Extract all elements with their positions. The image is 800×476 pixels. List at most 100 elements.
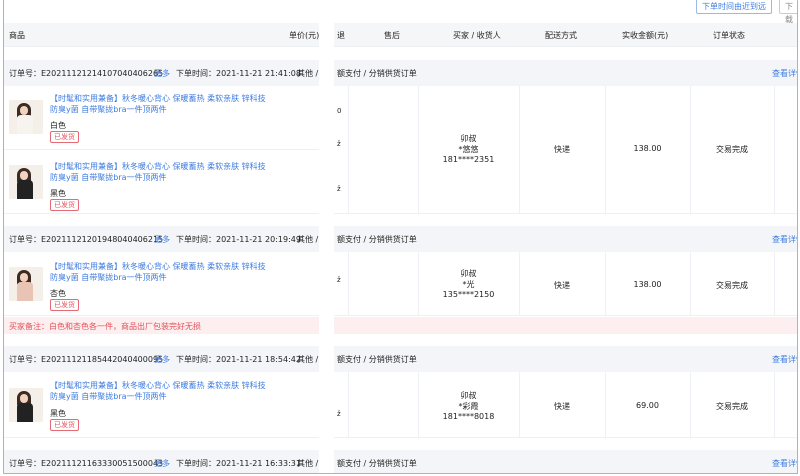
order-header: 订单号：E20211121185442040400095 更多 下单时间：202…	[4, 346, 319, 372]
right-panel: 下单时间由近到远 下载 退 售后 买家 / 收货人 配送方式 实收金额(元) 订…	[334, 0, 797, 473]
receiver-phone: 135****2150	[442, 290, 495, 299]
payment-type: 额支付 / 分销供货订单	[337, 459, 417, 468]
partial-column-glyph: ž	[337, 140, 341, 148]
status-badge: 已发货	[50, 299, 79, 311]
order-summary: 卯叔 *光 135****2150 快递 138.00 交易完成	[334, 252, 797, 316]
order-amount: 138.00	[633, 144, 662, 153]
sort-button[interactable]: 下单时间由近到远	[696, 0, 772, 14]
order-header-right: 额支付 / 分销供货订单 查看详情	[334, 60, 797, 86]
product-thumbnail[interactable]	[9, 100, 43, 134]
order-status: 交易完成	[716, 145, 748, 154]
order-number: 订单号：E20211121185442040400095	[9, 355, 164, 364]
order-time: 下单时间：2021-11-21 21:41:08	[176, 69, 301, 78]
panel-gap	[319, 0, 334, 473]
list-item: 【时髦和实用兼备】秋冬暖心背心 保暖蓄热 柔软亲肤 锌科技 防臭y菌 自带聚拢b…	[4, 150, 319, 214]
order-items: 【时髦和实用兼备】秋冬暖心背心 保暖蓄热 柔软亲肤 锌科技 防臭y菌 自带聚拢b…	[4, 252, 319, 316]
header-after-sale: 售后	[384, 31, 400, 40]
buyer-note-right	[334, 317, 797, 334]
table-header-right: 退 售后 买家 / 收货人 配送方式 实收金额(元) 订单状态	[334, 23, 797, 47]
order-items: 【时髦和实用兼备】秋冬暖心背心 保暖蓄热 柔软亲肤 锌科技 防臭y菌 自带聚拢b…	[4, 86, 319, 214]
header-product: 商品	[9, 31, 25, 40]
product-thumbnail[interactable]	[9, 165, 43, 199]
product-sku: 杏色	[50, 289, 66, 298]
delivery-method: 快递	[554, 145, 570, 154]
order-source: 其他 / 店	[297, 459, 319, 468]
delivery-method: 快递	[554, 402, 570, 411]
product-sku: 白色	[50, 121, 66, 130]
order-summary: 卯叔 *悠悠 181****2351 快递 138.00 交易完成	[334, 86, 797, 214]
delivery-method: 快递	[554, 281, 570, 290]
status-badge: 已发货	[50, 199, 79, 211]
list-item: 【时髦和实用兼备】秋冬暖心背心 保暖蓄热 柔软亲肤 锌科技 防臭y菌 自带聚拢b…	[4, 372, 319, 438]
more-link[interactable]: 更多	[154, 458, 170, 469]
header-delivery: 配送方式	[545, 31, 577, 40]
receiver-phone: 181****2351	[442, 155, 495, 164]
table-header-left: 商品 单价(元)	[4, 23, 319, 47]
more-link[interactable]: 更多	[154, 354, 170, 365]
receiver-phone: 181****8018	[442, 412, 495, 421]
buyer-name: 卯叔	[460, 269, 477, 278]
receiver-name: *光	[462, 280, 475, 289]
view-detail-link[interactable]: 查看详情	[772, 354, 797, 365]
product-title-link[interactable]: 【时髦和实用兼备】秋冬暖心背心 保暖蓄热 柔软亲肤 锌科技 防臭y菌 自带聚拢b…	[50, 261, 275, 283]
buyer-name: 卯叔	[460, 134, 477, 143]
partial-column-glyph: ž	[337, 185, 341, 193]
order-header-right: 额支付 / 分销供货订单 查看详情	[334, 346, 797, 372]
order-time: 下单时间：2021-11-21 16:33:31	[176, 459, 301, 468]
partial-column-glyph: ž	[337, 276, 341, 284]
product-title-link[interactable]: 【时髦和实用兼备】秋冬暖心背心 保暖蓄热 柔软亲肤 锌科技 防臭y菌 自带聚拢b…	[50, 380, 275, 402]
left-panel: 商品 单价(元) 订单号：E20211121214107040406265 更多…	[4, 0, 319, 473]
receiver-name: *彩霞	[458, 402, 479, 411]
buyer-note: 买家备注：白色和杏色各一件，商品出厂包装完好无损	[4, 317, 319, 334]
buyer-name: 卯叔	[460, 391, 477, 400]
screenshot-frame: 商品 单价(元) 订单号：E20211121214107040406265 更多…	[3, 0, 798, 474]
product-sku: 黑色	[50, 409, 66, 418]
product-thumbnail[interactable]	[9, 388, 43, 422]
order-number: 订单号：E20211121163330051500043	[9, 459, 164, 468]
order-items: 【时髦和实用兼备】秋冬暖心背心 保暖蓄热 柔软亲肤 锌科技 防臭y菌 自带聚拢b…	[4, 372, 319, 438]
order-amount: 69.00	[636, 401, 659, 410]
order-summary: 卯叔 *彩霞 181****8018 快递 69.00 交易完成	[334, 372, 797, 438]
status-badge: 已发货	[50, 131, 79, 143]
partial-column-glyph: 0	[337, 107, 342, 115]
order-header-right: 额支付 / 分销供货订单 查看详情	[334, 450, 797, 473]
list-item: 【时髦和实用兼备】秋冬暖心背心 保暖蓄热 柔软亲肤 锌科技 防臭y菌 自带聚拢b…	[4, 252, 319, 316]
list-item: 【时髦和实用兼备】秋冬暖心背心 保暖蓄热 柔软亲肤 锌科技 防臭y菌 自带聚拢b…	[4, 86, 319, 150]
partial-column-glyph: ž	[337, 410, 341, 418]
header-buyer: 买家 / 收货人	[453, 31, 501, 40]
receiver-name: *悠悠	[458, 145, 479, 154]
product-title-link[interactable]: 【时髦和实用兼备】秋冬暖心背心 保暖蓄热 柔软亲肤 锌科技 防臭y菌 自带聚拢b…	[50, 93, 275, 115]
payment-type: 额支付 / 分销供货订单	[337, 355, 417, 364]
header-refund-partial: 退	[337, 31, 345, 40]
order-time: 下单时间：2021-11-21 18:54:42	[176, 355, 301, 364]
order-status: 交易完成	[716, 281, 748, 290]
more-link[interactable]: 更多	[154, 68, 170, 79]
order-source: 其他 / 店	[297, 69, 319, 78]
download-button[interactable]: 下载	[779, 0, 797, 24]
order-source: 其他 / 店	[297, 355, 319, 364]
order-number: 订单号：E20211121201948040406215	[9, 235, 164, 244]
product-thumbnail[interactable]	[9, 267, 43, 301]
header-unit-price: 单价(元)	[289, 31, 319, 40]
order-header-right: 额支付 / 分销供货订单 查看详情	[334, 226, 797, 252]
view-detail-link[interactable]: 查看详情	[772, 68, 797, 79]
status-badge: 已发货	[50, 419, 79, 431]
order-amount: 138.00	[633, 280, 662, 289]
payment-type: 额支付 / 分销供货订单	[337, 235, 417, 244]
order-status: 交易完成	[716, 402, 748, 411]
product-sku: 黑色	[50, 189, 66, 198]
buyer-note-text: 买家备注：白色和杏色各一件，商品出厂包装完好无损	[9, 322, 201, 331]
header-status: 订单状态	[713, 31, 745, 40]
order-source: 其他 / 店	[297, 235, 319, 244]
order-header: 订单号：E20211121201948040406215 更多 下单时间：202…	[4, 226, 319, 252]
header-amount: 实收金额(元)	[622, 31, 669, 40]
product-title-link[interactable]: 【时髦和实用兼备】秋冬暖心背心 保暖蓄热 柔软亲肤 锌科技 防臭y菌 自带聚拢b…	[50, 161, 275, 183]
order-number: 订单号：E20211121214107040406265	[9, 69, 164, 78]
order-header: 订单号：E20211121163330051500043 更多 下单时间：202…	[4, 450, 319, 473]
more-link[interactable]: 更多	[154, 234, 170, 245]
view-detail-link[interactable]: 查看详情	[772, 458, 797, 469]
payment-type: 额支付 / 分销供货订单	[337, 69, 417, 78]
order-header: 订单号：E20211121214107040406265 更多 下单时间：202…	[4, 60, 319, 86]
view-detail-link[interactable]: 查看详情	[772, 234, 797, 245]
order-time: 下单时间：2021-11-21 20:19:49	[176, 235, 301, 244]
